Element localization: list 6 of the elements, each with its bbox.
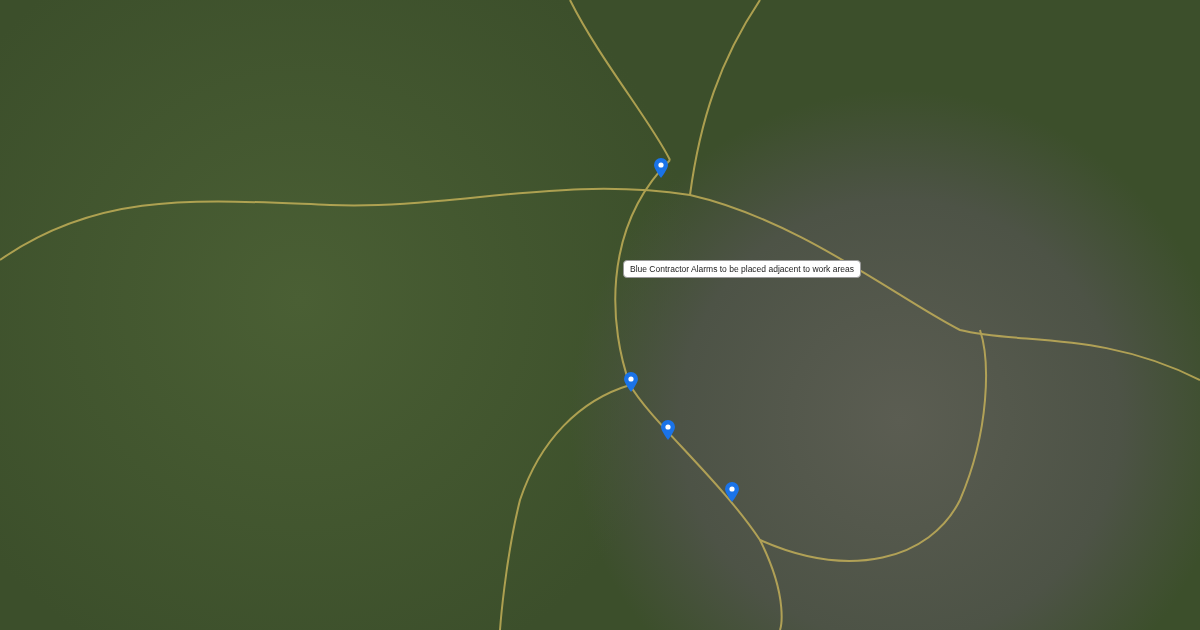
- map-pin-icon[interactable]: [661, 420, 675, 440]
- map-pin-icon[interactable]: [725, 482, 739, 502]
- map-pin-icon[interactable]: [654, 158, 668, 178]
- map-pin-icon[interactable]: [624, 372, 638, 392]
- map-tooltip: Blue Contractor Alarms to be placed adjacent to work areas: [623, 260, 861, 278]
- satellite-map[interactable]: Blue Contractor Alarms to be placed adjacent to work areas: [0, 0, 1200, 630]
